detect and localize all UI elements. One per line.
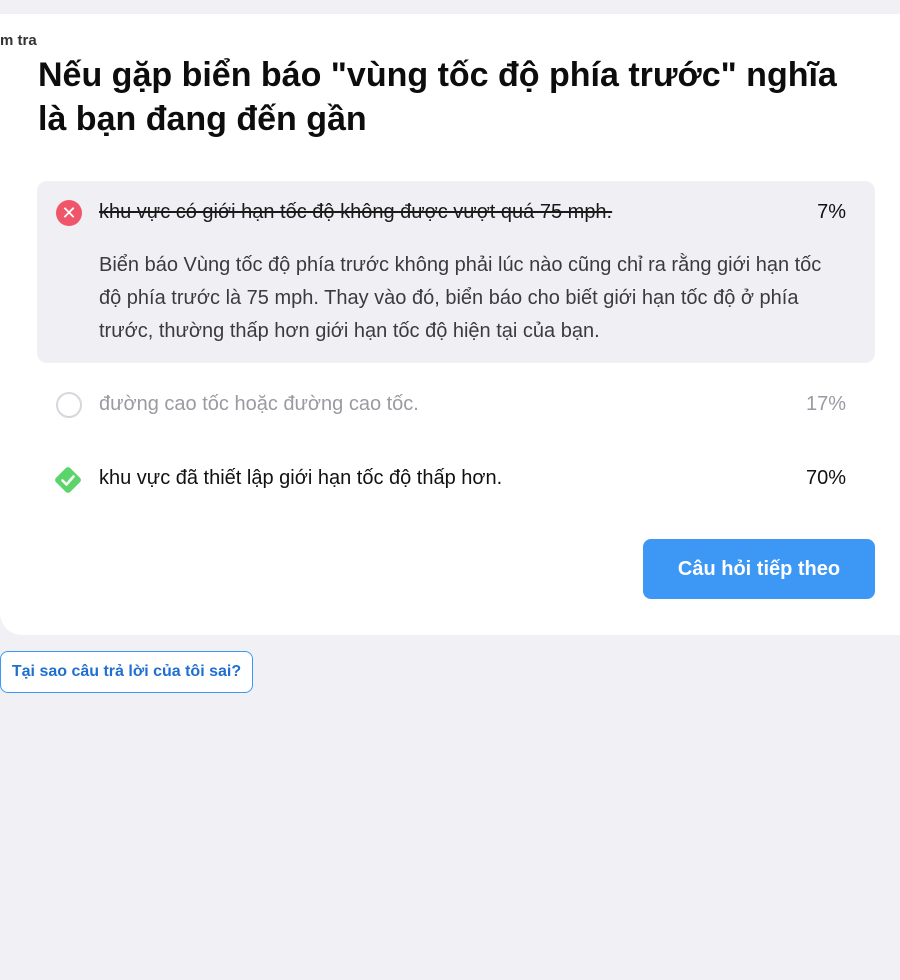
answer-option-1[interactable]: khu vực có giới hạn tốc độ không được vư…: [99, 201, 612, 224]
answer-percent-2: 17%: [805, 393, 846, 415]
section-label: m tra: [0, 32, 37, 49]
answer-explanation: Biển báo Vùng tốc độ phía trước không ph…: [99, 254, 822, 342]
why-wrong-button[interactable]: Tại sao câu trả lời của tôi sai?: [0, 651, 253, 693]
answer-percent-1: 7%: [817, 201, 846, 223]
answer-option-3[interactable]: khu vực đã thiết lập giới hạn tốc độ thấ…: [99, 467, 502, 490]
radio-empty-icon[interactable]: [56, 392, 82, 418]
question-title: Nếu gặp biển báo "vùng tốc độ phía trước…: [38, 56, 837, 138]
next-question-button[interactable]: Câu hỏi tiếp theo: [643, 539, 875, 599]
check-diamond-icon: [55, 467, 81, 493]
close-icon: ✕: [56, 200, 82, 226]
answer-percent-3: 70%: [805, 467, 846, 489]
answer-option-2[interactable]: đường cao tốc hoặc đường cao tốc.: [99, 393, 419, 416]
